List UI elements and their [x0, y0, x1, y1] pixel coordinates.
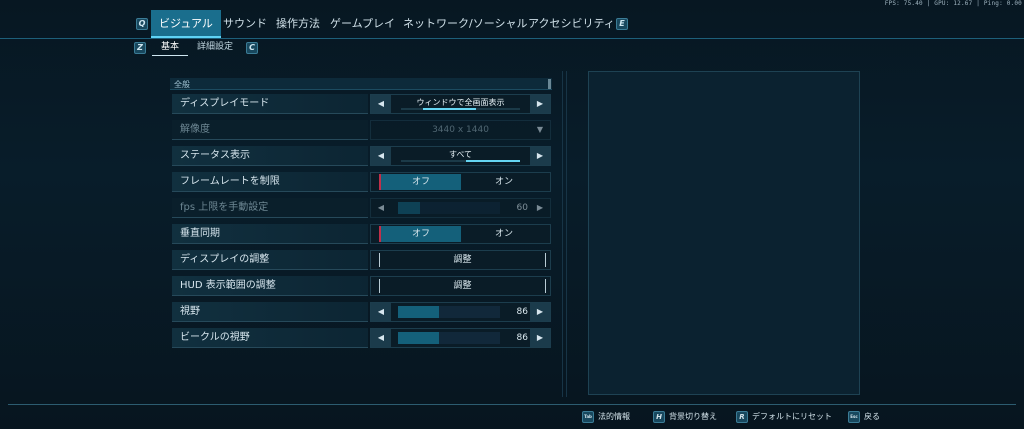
subtab-advanced[interactable]: 詳細設定: [197, 40, 233, 56]
chevron-right-icon[interactable]: ▶: [530, 199, 550, 217]
panel-divider: [562, 71, 563, 397]
subtab-basic[interactable]: 基本: [152, 40, 188, 56]
chevron-left-icon[interactable]: ◀: [371, 303, 391, 321]
tab-controls[interactable]: 操作方法: [268, 10, 328, 38]
tab-sound[interactable]: サウンド: [215, 10, 275, 38]
vsync-toggle[interactable]: オフ オン: [370, 224, 551, 244]
fps-cap-label: fps 上限を手動設定: [172, 198, 368, 218]
fps-cap-track[interactable]: [398, 202, 500, 214]
fps-cap-value: 60: [516, 203, 528, 213]
legal-info-label: 法的情報: [598, 412, 630, 421]
resolution-dropdown[interactable]: 3440 x 1440 ▼: [370, 120, 551, 140]
tab-visual[interactable]: ビジュアル: [151, 10, 221, 38]
toggle-background-hint[interactable]: H 背景切り替え: [653, 410, 717, 424]
vsync-off-option[interactable]: オフ: [379, 226, 461, 242]
subtab-prev-key[interactable]: Z: [134, 42, 146, 54]
fps-cap-slider[interactable]: ◀ 60 ▶: [370, 198, 551, 218]
preview-panel: [588, 71, 860, 395]
chevron-right-icon[interactable]: ▶: [530, 95, 550, 113]
fov-track[interactable]: [398, 306, 500, 318]
vehicle-fov-slider[interactable]: ◀ 86 ▶: [370, 328, 551, 348]
status-display-selector[interactable]: ◀ すべて ▶: [370, 146, 551, 166]
display-mode-indicator-fill: [422, 108, 477, 110]
fov-slider[interactable]: ◀ 86 ▶: [370, 302, 551, 322]
display-adjust-button[interactable]: 調整: [370, 250, 551, 270]
legal-info-hint[interactable]: Tab 法的情報: [582, 410, 630, 424]
subtab-next-key[interactable]: C: [246, 42, 258, 54]
vsync-on-option[interactable]: オン: [463, 226, 545, 242]
scroll-grip[interactable]: [548, 79, 551, 89]
reset-default-label: デフォルトにリセット: [752, 412, 832, 421]
chevron-down-icon[interactable]: ▼: [530, 121, 550, 139]
back-hint[interactable]: Esc 戻る: [848, 410, 880, 424]
fov-value: 86: [516, 307, 528, 317]
display-adjust-button-label: 調整: [379, 253, 546, 267]
status-display-label: ステータス表示: [172, 146, 368, 166]
vehicle-fov-fill: [398, 332, 439, 344]
frame-limit-on-option[interactable]: オン: [463, 174, 545, 190]
tab-network-social[interactable]: ネットワーク/ソーシャル: [395, 10, 536, 38]
fps-cap-fill: [398, 202, 421, 214]
tab-prev-key[interactable]: Q: [136, 18, 148, 30]
top-tab-bar: Q ビジュアル サウンド 操作方法 ゲームプレイ ネットワーク/ソーシャル アク…: [0, 10, 1024, 38]
perf-readout: FPS: 75.40 | GPU: 12.67 | Ping: 0.00: [884, 0, 1022, 7]
fov-label: 視野: [172, 302, 368, 322]
chevron-right-icon[interactable]: ▶: [530, 303, 550, 321]
section-title: 全般: [174, 80, 190, 89]
frame-limit-label: フレームレートを制限: [172, 172, 368, 192]
chevron-left-icon[interactable]: ◀: [371, 95, 391, 113]
reset-default-hint[interactable]: R デフォルトにリセット: [736, 410, 832, 424]
display-mode-label: ディスプレイモード: [172, 94, 368, 114]
h-key-icon: H: [653, 410, 665, 423]
chevron-left-icon[interactable]: ◀: [371, 199, 391, 217]
frame-limit-toggle[interactable]: オフ オン: [370, 172, 551, 192]
resolution-value: 3440 x 1440: [432, 125, 489, 135]
status-display-indicator: [401, 160, 520, 162]
section-header: 全般: [170, 78, 552, 90]
hud-adjust-button[interactable]: 調整: [370, 276, 551, 296]
tab-gameplay[interactable]: ゲームプレイ: [322, 10, 403, 38]
display-mode-indicator: [401, 108, 520, 110]
tab-divider: [0, 38, 1024, 39]
resolution-label: 解像度: [172, 120, 368, 140]
tab-key-icon: Tab: [582, 410, 594, 423]
hud-adjust-label: HUD 表示範囲の調整: [172, 276, 368, 296]
vehicle-fov-label: ビークルの視野: [172, 328, 368, 348]
esc-key-icon: Esc: [848, 410, 860, 423]
vehicle-fov-track[interactable]: [398, 332, 500, 344]
panel-divider: [566, 71, 567, 397]
tab-next-key[interactable]: E: [616, 18, 628, 30]
chevron-right-icon[interactable]: ▶: [530, 329, 550, 347]
chevron-left-icon[interactable]: ◀: [371, 147, 391, 165]
back-label: 戻る: [864, 412, 880, 421]
footer-divider: [8, 404, 1016, 405]
vehicle-fov-value: 86: [516, 333, 528, 343]
r-key-icon: R: [736, 410, 748, 423]
frame-limit-off-option[interactable]: オフ: [379, 174, 461, 190]
display-adjust-label: ディスプレイの調整: [172, 250, 368, 270]
vsync-label: 垂直同期: [172, 224, 368, 244]
status-display-value: すべて: [448, 150, 473, 159]
fov-fill: [398, 306, 439, 318]
chevron-left-icon[interactable]: ◀: [371, 329, 391, 347]
status-display-indicator-fill: [466, 160, 520, 162]
tab-accessibility[interactable]: アクセシビリティ: [520, 10, 623, 38]
hud-adjust-button-label: 調整: [379, 279, 546, 293]
display-mode-value: ウィンドウで全画面表示: [416, 98, 505, 107]
display-mode-selector[interactable]: ◀ ウィンドウで全画面表示 ▶: [370, 94, 551, 114]
chevron-right-icon[interactable]: ▶: [530, 147, 550, 165]
toggle-background-label: 背景切り替え: [669, 412, 717, 421]
